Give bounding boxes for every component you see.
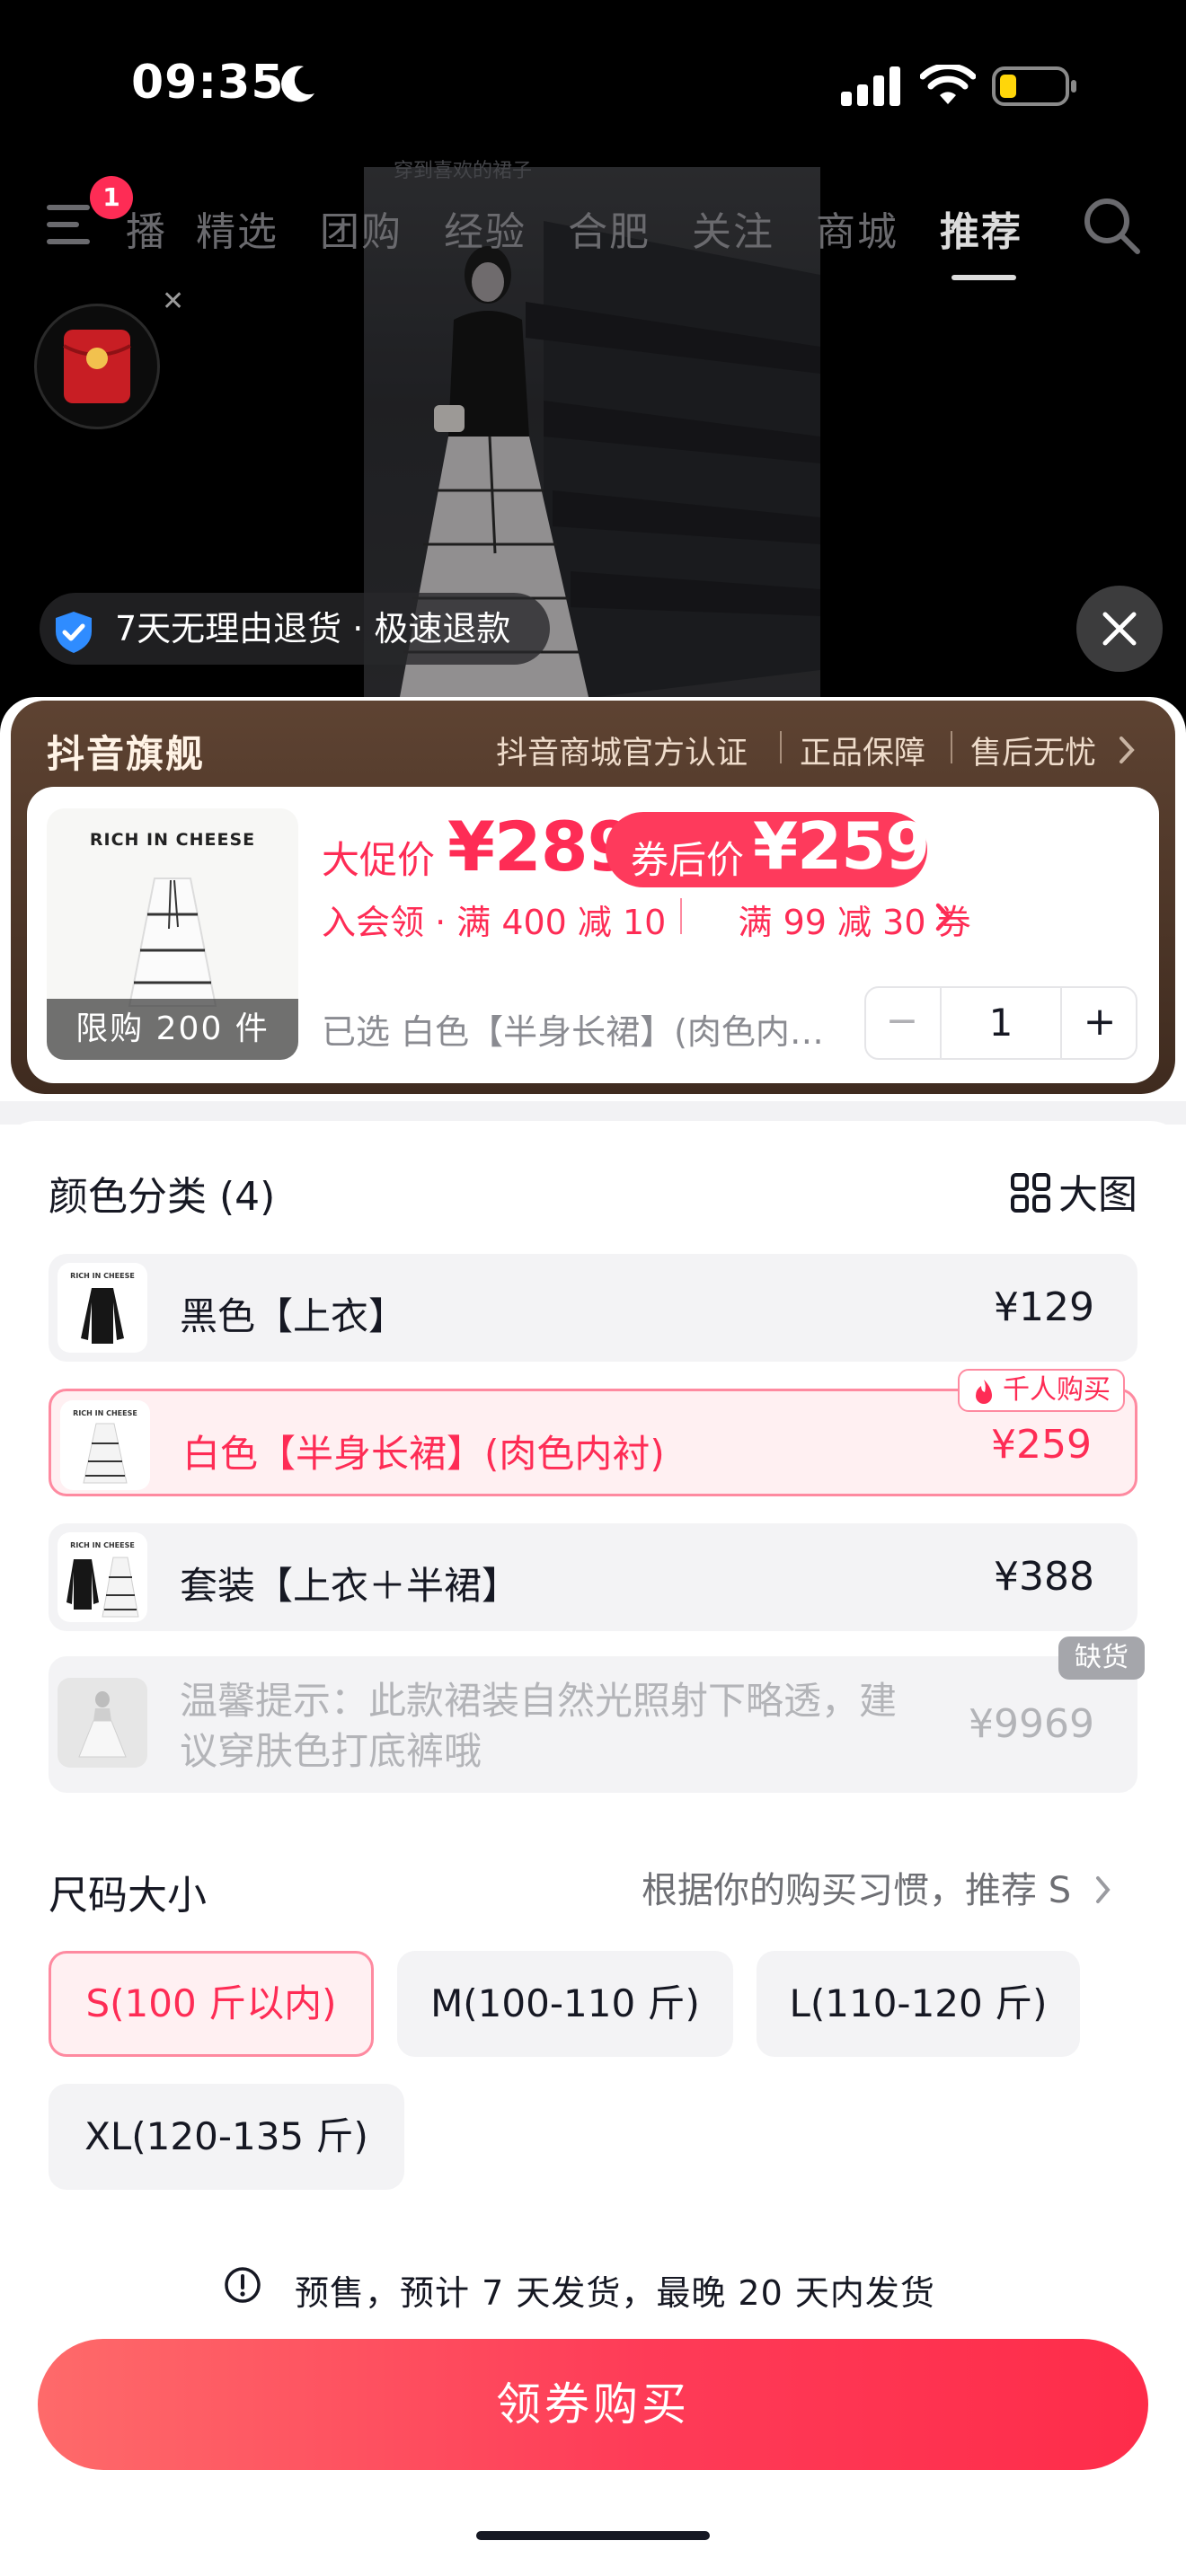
store-title: 抖音旗舰 [47,732,206,776]
membership-promo: 入会领 · 满 400 减 10 [322,903,667,942]
thumbnail-brand: RICH IN CHEESE [70,1272,135,1280]
chevron-right-icon[interactable] [1118,735,1136,769]
menu-icon[interactable] [47,203,97,250]
option-thumbnail: RICH IN CHEESE [58,1532,147,1622]
buy-with-coupon-button[interactable]: 领券购买 [38,2339,1148,2470]
size-section-title: 尺码大小 [49,1873,207,1919]
color-option-black-top[interactable]: RICH IN CHEESE 黑色【上衣】 ¥129 [49,1254,1137,1362]
option-label: 黑色【上衣】 [180,1294,407,1338]
tab-following[interactable]: 关注 [692,199,774,257]
tab-featured[interactable]: 精选 [196,199,279,257]
red-packet-widget[interactable] [34,304,160,429]
tab-live[interactable]: 播 [126,199,167,257]
close-widget-icon[interactable]: ✕ [162,286,184,317]
guarantee-banner: 7天无理由退货 · 极速退款 [40,593,551,665]
tab-experience[interactable]: 经验 [444,199,527,257]
red-envelope-icon [63,330,131,403]
tab-local-city[interactable]: 合肥 [568,199,651,257]
home-indicator [476,2531,710,2540]
option-label: 温馨提示：此款裙装自然光照射下略透，建 议穿肤色打底裤哦 [180,1676,897,1777]
popularity-badge: 千人购买 [958,1369,1125,1412]
big-view-button[interactable]: 大图 [1010,1162,1137,1223]
product-thumbnail[interactable]: RICH IN CHEESE 限购 200 件 [47,808,298,1060]
size-option-xl[interactable]: XL(120-135 斤) [49,2084,404,2190]
close-button[interactable] [1076,586,1163,672]
increase-quantity-button[interactable]: + [1062,986,1137,1060]
info-icon [223,2265,262,2308]
promotion-details[interactable]: 入会领 · 满 400 减 10 满 99 减 30 券 [322,895,971,944]
decrease-quantity-button[interactable]: − [864,986,940,1060]
option-thumbnail: RICH IN CHEESE [60,1400,150,1490]
size-option-m[interactable]: M(100-110 斤) [397,1951,733,2057]
option-price: ¥388 [994,1554,1094,1600]
store-tag-after-sale: 售后无忧 [970,736,1097,772]
option-price: ¥259 [991,1422,1092,1468]
color-section-title: 颜色分类 (4) [49,1174,276,1220]
big-view-label: 大图 [1058,1172,1137,1218]
size-recommendation-text: 根据你的购买习惯，推荐 S [642,1870,1072,1911]
option-thumbnail [58,1678,147,1768]
size-option-l[interactable]: L(110-120 斤) [757,1951,1080,2057]
close-icon [1102,612,1137,646]
grid-icon [1010,1172,1051,1223]
option-label: 套装【上衣＋半裙】 [180,1564,520,1608]
battery-icon [992,66,1078,110]
store-tag-official: 抖音商城官方认证 [496,736,748,772]
color-option-set[interactable]: RICH IN CHEESE 套装【上衣＋半裙】 ¥388 [49,1523,1137,1631]
guarantee-text: 7天无理由退货 · 极速退款 [115,609,511,648]
quantity-value[interactable]: 1 [940,986,1062,1060]
tab-mall[interactable]: 商城 [816,199,898,257]
store-tag-authentic: 正品保障 [800,736,926,772]
presale-notice: 预售，预计 7 天发货，最晚 20 天内发货 [295,2273,935,2313]
color-option-notice[interactable]: 温馨提示：此款裙装自然光照射下略透，建 议穿肤色打底裤哦 ¥9969 [49,1656,1137,1793]
promo-price-label: 大促价 [322,838,436,882]
shield-check-icon [52,607,95,679]
popularity-text: 千人购买 [1003,1374,1111,1406]
tab-recommend[interactable]: 推荐 [940,199,1022,257]
option-label: 白色【半身长裙】(肉色内衬) [182,1432,665,1476]
skirt-illustration [128,878,217,1007]
notice-line-2: 议穿肤色打底裤哦 [180,1729,482,1773]
chevron-right-icon[interactable] [934,902,954,936]
thumbnail-brand: RICH IN CHEESE [89,830,256,850]
coupon-price: ¥259 [753,808,930,884]
search-icon[interactable] [1082,196,1141,259]
thumbnail-brand: RICH IN CHEESE [73,1409,137,1417]
size-recommendation[interactable]: 根据你的购买习惯，推荐 S [642,1861,1111,1913]
purchase-limit-badge: 限购 200 件 [47,999,298,1060]
size-option-s[interactable]: S(100 斤以内) [49,1951,374,2057]
tab-group-buy[interactable]: 团购 [320,199,403,257]
coupon-price-label: 券后价 [631,838,745,882]
active-tab-indicator [951,275,1016,280]
option-price: ¥129 [994,1284,1094,1330]
thumbnail-brand: RICH IN CHEESE [70,1541,135,1549]
wifi-icon [919,63,977,110]
status-time: 09:35 [131,56,285,110]
cellular-signal-icon [841,66,904,110]
moon-icon [280,63,316,106]
flame-icon [972,1378,996,1417]
option-price: ¥9969 [969,1701,1094,1747]
promo-divider [680,898,682,934]
option-thumbnail: RICH IN CHEESE [58,1263,147,1353]
tag-divider [780,731,782,763]
notice-line-1: 温馨提示：此款裙装自然光照射下略透，建 [180,1679,898,1723]
out-of-stock-badge: 缺货 [1058,1636,1145,1680]
selected-variant: 已选 白色【半身长裙】(肉色内衬) [322,1012,834,1052]
chevron-right-icon [1095,1872,1111,1913]
tag-divider [951,731,952,763]
